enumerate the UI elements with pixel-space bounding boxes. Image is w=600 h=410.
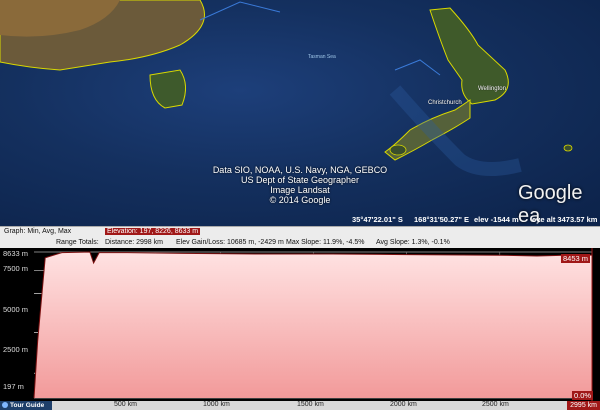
x-tick-label: 1500 km bbox=[297, 401, 324, 408]
y-tick-label: 7500 m bbox=[3, 264, 29, 273]
longitude-readout: 168°31'50.27" E bbox=[414, 215, 470, 224]
profile-plot[interactable] bbox=[0, 248, 600, 401]
x-tick-label: 500 km bbox=[114, 401, 137, 408]
attribution-line-3: Image Landsat bbox=[270, 185, 330, 195]
y-tick-label: 197 m bbox=[3, 382, 24, 391]
attribution-line-1: Data SIO, NOAA, U.S. Navy, NGA, GEBCO bbox=[212, 165, 388, 175]
attribution-line-2: US Dept of State Geographer bbox=[240, 175, 360, 185]
x-tick-label: 2000 km bbox=[390, 401, 417, 408]
y-tick-label: 2500 m bbox=[3, 345, 29, 354]
distance-total: Distance: 2998 km bbox=[105, 239, 163, 246]
max-slope: Max Slope: 11.9%, -4.5% bbox=[286, 239, 365, 246]
x-tick-label: 2500 km bbox=[482, 401, 509, 408]
latitude-readout: 35°47'22.01" S bbox=[352, 215, 403, 224]
attribution-line-4: © 2014 Google bbox=[269, 195, 331, 205]
range-totals-label: Range Totals: bbox=[56, 239, 99, 246]
profile-area bbox=[34, 252, 592, 398]
city-label-wellington: Wellington bbox=[478, 86, 506, 92]
eye-altitude-readout: eye alt 3473.57 km bbox=[532, 215, 598, 224]
tour-guide-button[interactable]: Tour Guide bbox=[0, 401, 52, 410]
tour-guide-label: Tour Guide bbox=[10, 402, 45, 409]
tour-guide-icon bbox=[2, 402, 8, 408]
elevation-summary: Elevation: 197, 8226, 8633 m bbox=[105, 228, 201, 235]
current-elevation-badge: 8453 m bbox=[561, 254, 591, 263]
graph-mode-label: Graph: Min, Avg, Max bbox=[4, 228, 72, 235]
elevation-profile-info: Graph: Min, Avg, Max Elevation: 197, 822… bbox=[0, 226, 600, 248]
city-label-christchurch: Christchurch bbox=[428, 100, 462, 106]
map-status-bar: 35°47'22.01" S 168°31'50.27" E elev -154… bbox=[0, 213, 600, 226]
elev-gain-loss: Elev Gain/Loss: 10685 m, -2429 m bbox=[176, 239, 284, 246]
y-tick-label: 5000 m bbox=[3, 305, 29, 314]
sea-label: Tasman Sea bbox=[308, 54, 336, 60]
avg-slope: Avg Slope: 1.3%, -0.1% bbox=[376, 239, 450, 246]
x-tick-label: 1000 km bbox=[203, 401, 230, 408]
map-attribution: Data SIO, NOAA, U.S. Navy, NGA, GEBCO US… bbox=[200, 165, 400, 205]
y-tick-label: 8633 m bbox=[3, 249, 29, 258]
elevation-profile-chart[interactable]: 8633 m 7500 m 5000 m 2500 m 197 m 8453 m… bbox=[0, 248, 600, 401]
x-end-label: 2995 km bbox=[567, 401, 600, 410]
x-axis-bar: Tour Guide 500 km 1000 km 1500 km 2000 k… bbox=[0, 401, 600, 410]
map-view[interactable]: Tasman Sea Wellington Christchurch Data … bbox=[0, 0, 600, 226]
elevation-readout: elev -1544 m bbox=[474, 215, 519, 224]
current-slope-badge: 0.0% bbox=[572, 391, 594, 400]
